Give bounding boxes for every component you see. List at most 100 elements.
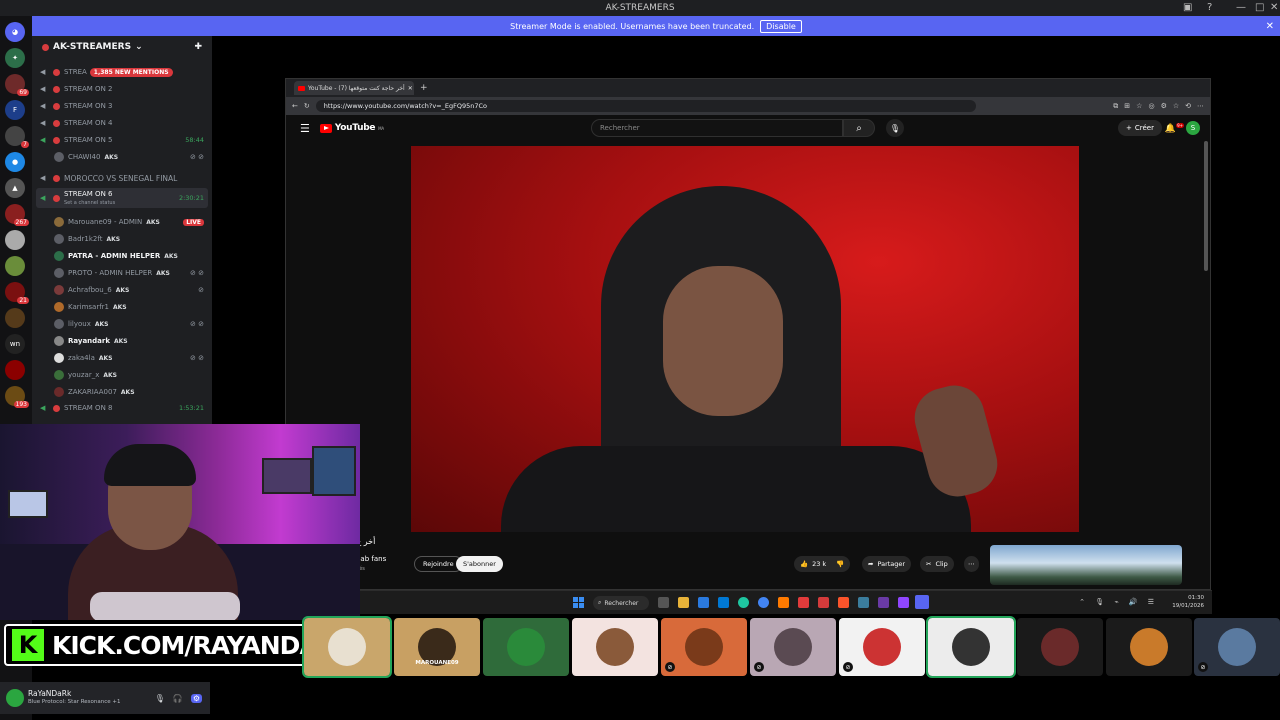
voice-member[interactable]: Karimsarfr1 AKS	[54, 299, 212, 315]
voice-member[interactable]: Achrafbou_6 AKS ⊘	[54, 282, 212, 298]
extension-icon[interactable]: ⚙	[1161, 102, 1167, 111]
voice-tile[interactable]	[572, 618, 658, 676]
app-icon[interactable]	[818, 597, 829, 608]
brave-icon[interactable]	[838, 597, 849, 608]
user-avatar[interactable]	[6, 689, 24, 707]
voice-tile[interactable]	[926, 616, 1016, 678]
task-view-icon[interactable]	[658, 597, 669, 608]
voice-channel-morocco-senegal[interactable]: ◀ MOROCCO VS SENEGAL FINAL	[32, 170, 212, 186]
extension-icon[interactable]: ⧉	[1113, 102, 1118, 111]
server-icon[interactable]: ●	[5, 152, 25, 172]
voice-channel-stream-4[interactable]: ◀ STREAM ON 4	[32, 115, 212, 131]
twitch-icon[interactable]	[898, 597, 909, 608]
share-button[interactable]: ➦ Partager	[862, 556, 912, 572]
account-avatar[interactable]: S	[1186, 121, 1200, 135]
extension-icon[interactable]: ⊞	[1124, 102, 1130, 111]
voice-channel-stream-1[interactable]: ◀ STREA 1,385 NEW MENTIONS	[32, 64, 212, 80]
close-tab-icon[interactable]: ✕	[408, 85, 413, 92]
app-icon[interactable]	[878, 597, 889, 608]
voice-tile[interactable]: ⊘	[750, 618, 836, 676]
bookmark-star-icon[interactable]: ☆	[1136, 102, 1142, 111]
extension-icon[interactable]: ☆	[1173, 102, 1179, 111]
taskbar-search[interactable]: ⌕ Rechercher	[593, 596, 649, 610]
app-icon[interactable]	[798, 597, 809, 608]
voice-member[interactable]: ZAKARIAA007 AKS	[54, 384, 212, 400]
server-icon[interactable]	[5, 360, 25, 380]
server-icon[interactable]	[5, 256, 25, 276]
server-icon[interactable]: 7	[5, 126, 29, 148]
new-tab-button[interactable]: +	[420, 83, 428, 93]
voice-channel-stream-2[interactable]: ◀ STREAM ON 2	[32, 81, 212, 97]
scrollbar[interactable]	[1204, 141, 1208, 271]
extension-icon[interactable]: ◎	[1148, 102, 1154, 111]
hamburger-menu-icon[interactable]: ☰	[300, 122, 310, 135]
gear-icon[interactable]: ⚙	[190, 693, 202, 703]
server-icon[interactable]: 193	[5, 386, 29, 408]
recommended-video-thumbnail[interactable]	[990, 545, 1182, 585]
minimize-button[interactable]: —	[1236, 2, 1246, 13]
server-icon[interactable]: ▲	[5, 178, 25, 198]
store-icon[interactable]	[698, 597, 709, 608]
voice-member[interactable]: youzar_x AKS	[54, 367, 212, 383]
create-button[interactable]: + Créer	[1118, 120, 1162, 136]
youtube-logo[interactable]: YouTube MA	[319, 123, 384, 133]
like-button[interactable]: 👍 23 k 👎	[794, 556, 851, 572]
microphone-icon[interactable]: 🎙	[886, 119, 904, 137]
browser-tab[interactable]: YouTube - أخر حاجة كنت متوقعها (7) ✕	[294, 81, 414, 95]
server-icon[interactable]: 21	[5, 282, 29, 304]
edge-icon[interactable]	[738, 597, 749, 608]
server-icon[interactable]	[5, 230, 25, 250]
voice-member[interactable]: Badr1k2ft AKS	[54, 231, 212, 247]
voice-channel-stream-6[interactable]: ◀ STREAM ON 6 Set a channel status 2:30:…	[36, 188, 208, 208]
video-player[interactable]	[411, 146, 1079, 532]
voice-channel-stream-3[interactable]: ◀ STREAM ON 3	[32, 98, 212, 114]
channel-name[interactable]: nab fans	[356, 555, 386, 563]
app-icon[interactable]	[718, 597, 729, 608]
voice-member[interactable]: zaka4la AKS ⊘ ⊘	[54, 350, 212, 366]
voice-tile[interactable]: YARIM	[1106, 618, 1192, 676]
voice-tile[interactable]: MAROUANE09	[394, 618, 480, 676]
url-field[interactable]: https://www.youtube.com/watch?v=_EgFQ95n…	[315, 100, 976, 112]
voice-member[interactable]: PROTO - ADMIN HELPER AKS ⊘ ⊘	[54, 265, 212, 281]
notifications-bell-icon[interactable]: 🔔9+	[1165, 122, 1184, 134]
voice-channel-stream-8[interactable]: ◀ STREAM ON 8 1:53:21	[32, 400, 212, 416]
microphone-icon[interactable]: 🎙	[155, 694, 165, 703]
voice-tile[interactable]	[483, 618, 569, 676]
voice-member[interactable]: Marouane09 - ADMIN AKS LIVE	[54, 214, 212, 230]
more-actions-button[interactable]: ⋯	[964, 556, 979, 572]
app-icon[interactable]	[778, 597, 789, 608]
voice-tile[interactable]	[1017, 618, 1103, 676]
voice-tile[interactable]: ⊘	[1194, 618, 1280, 676]
add-member-icon[interactable]: ✚	[194, 42, 202, 52]
server-icon[interactable]	[5, 308, 25, 328]
history-icon[interactable]: ⟲	[1185, 102, 1191, 111]
clock[interactable]: 01:30 19/01/2026	[1172, 594, 1204, 610]
back-icon[interactable]: ←	[292, 102, 298, 110]
server-icon[interactable]: 69	[5, 74, 29, 96]
voice-tile[interactable]	[302, 616, 392, 678]
voice-member[interactable]: PATRA - ADMIN HELPER AKS	[54, 248, 212, 264]
file-explorer-icon[interactable]	[678, 597, 689, 608]
discord-home-icon[interactable]: ◕	[5, 22, 25, 42]
reload-icon[interactable]: ↻	[304, 102, 310, 110]
voice-member[interactable]: CHAWI40 AKS ⊘ ⊘	[54, 149, 212, 165]
close-window-button[interactable]: ✕	[1270, 2, 1278, 13]
server-icon[interactable]: 267	[5, 204, 29, 226]
app-icon[interactable]	[858, 597, 869, 608]
server-icon[interactable]: wn	[5, 334, 25, 354]
windows-start-icon[interactable]	[573, 597, 584, 608]
server-icon[interactable]: F	[5, 100, 25, 120]
live-badge[interactable]: LIVE	[183, 218, 204, 226]
server-icon[interactable]: ✦	[5, 48, 25, 68]
discord-icon[interactable]	[915, 595, 929, 609]
help-icon[interactable]: ?	[1207, 2, 1212, 13]
close-banner-icon[interactable]: ✕	[1266, 21, 1274, 32]
voice-member[interactable]: Rayandark AKS	[54, 333, 212, 349]
voice-tile[interactable]: ⊘	[839, 618, 925, 676]
voice-channel-stream-5[interactable]: ◀ STREAM ON 5 58:44	[32, 132, 212, 148]
mentions-badge[interactable]: 1,385 NEW MENTIONS	[89, 67, 173, 77]
youtube-search-input[interactable]: Rechercher	[591, 119, 843, 137]
screenshare-icon[interactable]: ▣	[1183, 2, 1192, 13]
voice-member[interactable]: lilyoux AKS ⊘ ⊘	[54, 316, 212, 332]
voice-tile[interactable]: ⊘	[661, 618, 747, 676]
